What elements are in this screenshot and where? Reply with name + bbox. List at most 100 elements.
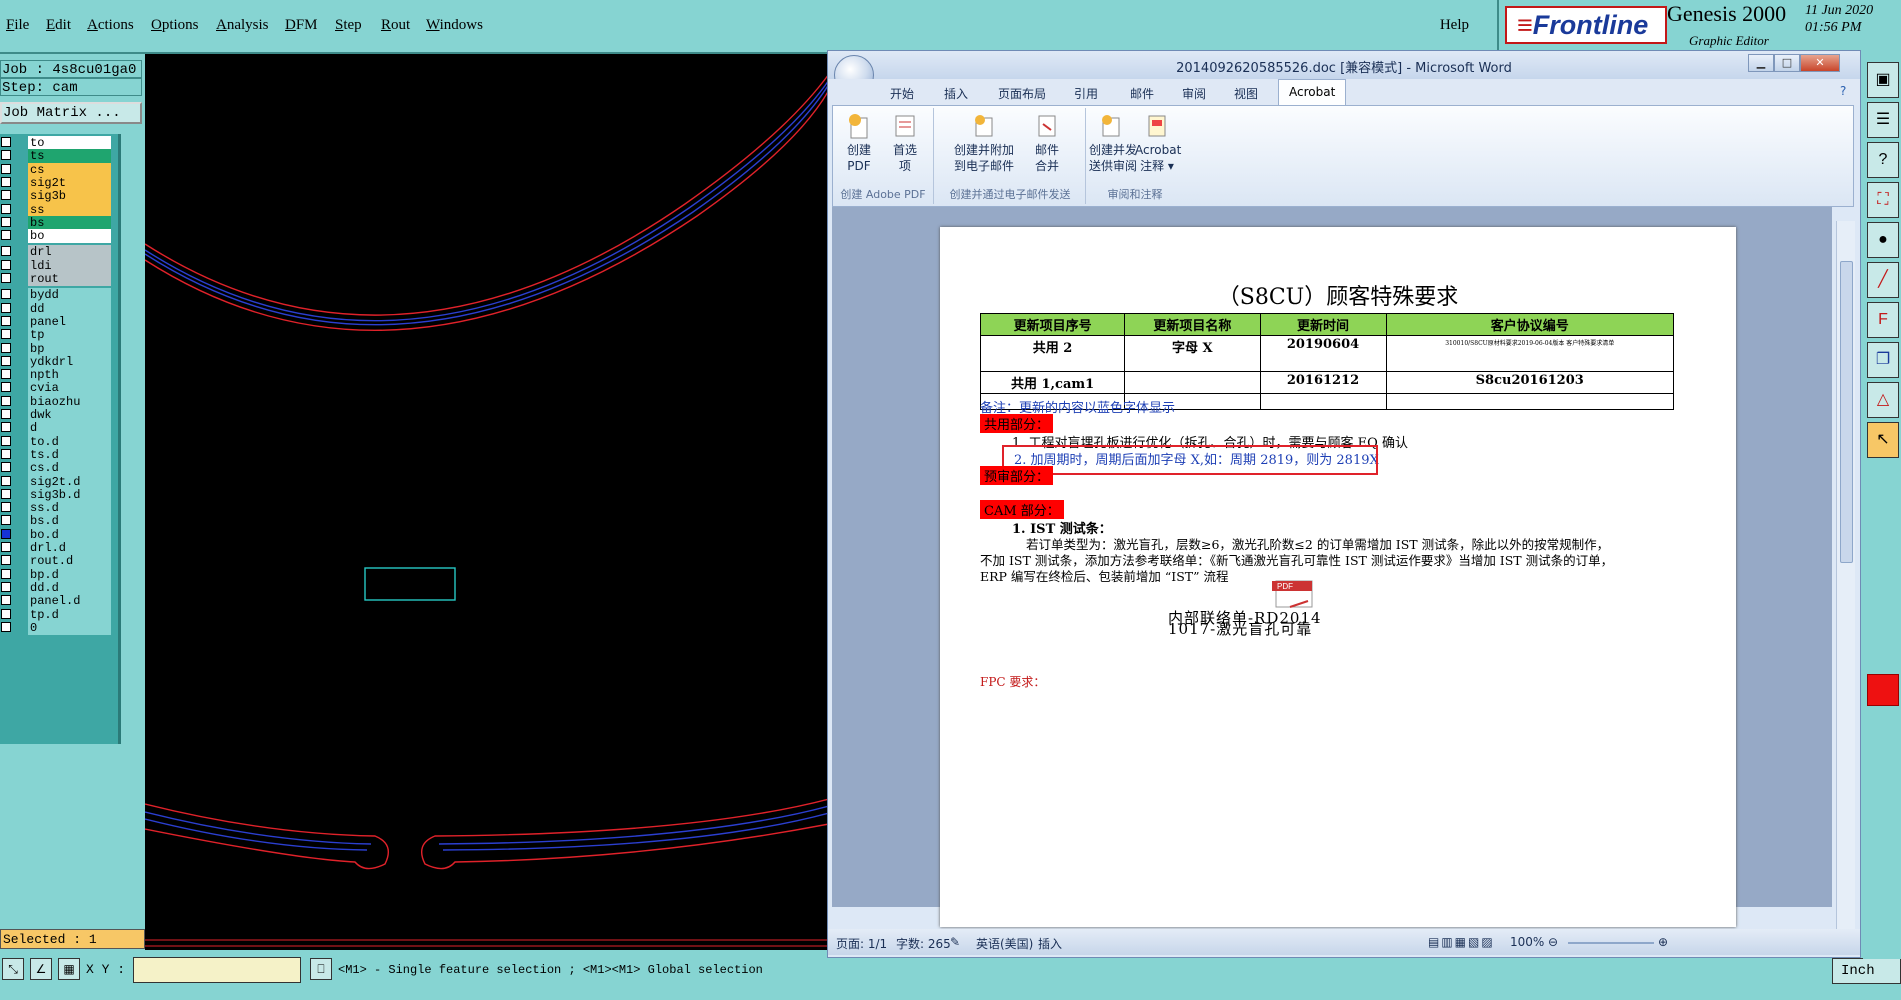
create-pdf-button[interactable]: 创建 PDF (837, 112, 881, 174)
help-icon[interactable]: ? (1867, 142, 1899, 178)
layer-name[interactable]: ss (28, 202, 111, 217)
layers-icon[interactable]: ☰ (1867, 102, 1899, 138)
layer-name[interactable]: rout.d (28, 554, 111, 569)
layer-row[interactable]: rout (0, 272, 115, 286)
layer-checkbox[interactable] (1, 515, 11, 526)
layer-name[interactable]: ts (28, 149, 111, 164)
layer-name[interactable]: cs.d (28, 461, 111, 476)
layer-row[interactable]: panel (0, 314, 115, 329)
tab-home[interactable]: 开始 (890, 85, 914, 102)
menu-windows[interactable]: Windows (426, 17, 483, 34)
vertical-scrollbar[interactable] (1836, 221, 1855, 939)
select-icon[interactable]: ↖ (1867, 422, 1899, 458)
pdf-attachment-icon[interactable]: PDF (1246, 579, 1338, 609)
attach-email-button[interactable]: 创建并附加 到电子邮件 (949, 112, 1019, 174)
snap-icon[interactable]: ⤡ (2, 958, 24, 980)
layer-name[interactable]: npth (28, 368, 111, 383)
layer-checkbox[interactable] (1, 246, 11, 257)
window-icon[interactable]: ▣ (1867, 62, 1899, 98)
layer-name[interactable]: bo.d (28, 527, 111, 542)
scroll-thumb[interactable] (1840, 261, 1853, 563)
ribbon-help-icon[interactable]: ? (1840, 84, 1846, 98)
layer-checkbox[interactable] (1, 369, 11, 380)
zoom-slider[interactable] (1568, 942, 1654, 944)
send-review-button[interactable]: 创建并发 送供审阅 (1089, 112, 1137, 174)
layer-row[interactable]: bs (0, 215, 115, 230)
layer-name[interactable]: dd.d (28, 580, 111, 595)
tab-insert[interactable]: 插入 (944, 85, 968, 102)
layer-name[interactable]: dd (28, 301, 111, 316)
layer-name[interactable]: sig3b.d (28, 487, 111, 502)
layer-row[interactable]: bo (0, 229, 115, 244)
tab-acrobat[interactable]: Acrobat (1278, 79, 1347, 105)
layer-name[interactable]: bo (28, 229, 111, 244)
layer-row[interactable]: sig2t.d (0, 474, 115, 489)
zoom-in-icon[interactable]: ⊕ (1658, 935, 1668, 949)
layer-name[interactable]: d (28, 421, 111, 436)
layer-name[interactable]: panel (28, 314, 111, 329)
layer-row[interactable]: sig2t (0, 175, 115, 190)
layer-checkbox[interactable] (1, 462, 11, 473)
layer-checkbox[interactable] (1, 315, 11, 326)
info-icon[interactable]: ⎕ (310, 958, 332, 980)
layer-checkbox[interactable] (1, 502, 11, 513)
layer-checkbox[interactable] (1, 555, 11, 566)
layer-row[interactable]: dd.d (0, 580, 115, 595)
tab-layout[interactable]: 页面布局 (998, 85, 1046, 102)
grid-icon[interactable]: ▦ (58, 958, 80, 980)
xy-input[interactable] (133, 957, 301, 983)
copy-icon[interactable]: ❐ (1867, 342, 1899, 378)
layer-checkbox[interactable] (1, 163, 11, 174)
layer-row[interactable]: ydkdrl (0, 354, 115, 369)
layer-name[interactable]: biaozhu (28, 394, 111, 409)
layer-row[interactable]: 0 (0, 620, 115, 635)
layer-row[interactable]: npth (0, 368, 115, 383)
tab-references[interactable]: 引用 (1074, 85, 1098, 102)
layer-name[interactable]: tp (28, 328, 111, 343)
language[interactable]: 英语(美国) (976, 935, 1033, 952)
layer-checkbox[interactable] (1, 608, 11, 619)
layer-row[interactable]: ts.d (0, 447, 115, 462)
layer-row[interactable]: ts (0, 149, 115, 164)
layer-name[interactable]: bp.d (28, 567, 111, 582)
layer-row[interactable]: d (0, 421, 115, 436)
layer-row[interactable]: bydd (0, 288, 115, 303)
layer-row[interactable]: rout.d (0, 554, 115, 569)
layer-name[interactable]: panel.d (28, 594, 111, 609)
layer-name[interactable]: bs.d (28, 514, 111, 529)
preferences-button[interactable]: 首选 项 (883, 112, 927, 174)
tab-view[interactable]: 视图 (1234, 85, 1258, 102)
layer-checkbox[interactable] (1, 621, 11, 632)
layer-row[interactable]: bp.d (0, 567, 115, 582)
menu-analysis[interactable]: Analysis (216, 17, 269, 34)
tab-mailings[interactable]: 邮件 (1130, 85, 1154, 102)
layer-checkbox[interactable] (1, 259, 11, 270)
view-buttons-icon[interactable]: ▤▥▦▧▨ (1428, 935, 1495, 949)
layer-row[interactable]: biaozhu (0, 394, 115, 409)
layer-name[interactable]: ldi (28, 258, 111, 273)
menu-step[interactable]: Step (335, 17, 362, 34)
measure-icon[interactable]: ∠ (30, 958, 52, 980)
layer-name[interactable]: drl (28, 245, 111, 260)
maximize-button[interactable]: □ (1774, 54, 1800, 72)
layer-checkbox[interactable] (1, 568, 11, 579)
tab-review[interactable]: 审阅 (1182, 85, 1206, 102)
layer-checkbox[interactable] (1, 150, 11, 161)
layer-row[interactable]: bo.d (0, 527, 115, 542)
layer-checkbox[interactable] (1, 475, 11, 486)
layer-row[interactable]: bs.d (0, 514, 115, 529)
layer-name[interactable]: sig2t.d (28, 474, 111, 489)
layer-checkbox[interactable] (1, 329, 11, 340)
layer-row[interactable]: drl.d (0, 541, 115, 555)
layer-name[interactable]: cs (28, 162, 111, 177)
layer-checkbox[interactable] (1, 302, 11, 313)
layer-name[interactable]: ss.d (28, 501, 111, 516)
layer-checkbox[interactable] (1, 395, 11, 406)
layer-checkbox[interactable] (1, 190, 11, 201)
menu-edit[interactable]: Edit (46, 17, 71, 34)
layer-checkbox[interactable] (1, 409, 11, 419)
menu-file[interactable]: File (6, 17, 29, 34)
layer-name[interactable]: to (28, 136, 111, 150)
layer-row[interactable]: ss.d (0, 501, 115, 516)
layer-row[interactable]: panel.d (0, 594, 115, 609)
